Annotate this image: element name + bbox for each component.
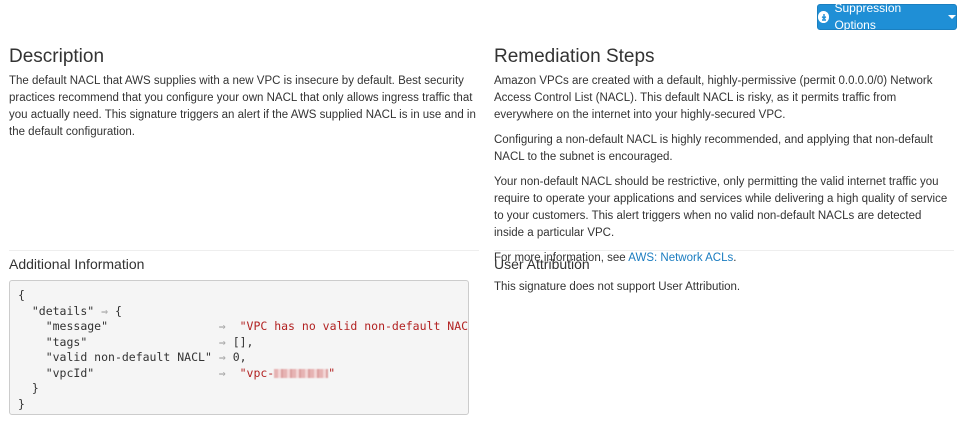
remediation-heading: Remediation Steps xyxy=(494,46,655,67)
remediation-paragraph-2: Configuring a non-default NACL is highly… xyxy=(494,134,933,163)
message-value: "VPC has no valid non-default NACLs" xyxy=(239,319,469,333)
additional-info-heading: Additional Information xyxy=(9,256,145,272)
suppression-options-label: Suppression Options xyxy=(834,1,902,32)
description-text: The default NACL that AWS supplies with … xyxy=(9,75,476,138)
download-circle-icon xyxy=(818,11,830,23)
additional-info-code-block: { "details" ⇒ { "message" ⇒ "VPC has no … xyxy=(9,280,469,415)
divider-right xyxy=(494,250,954,251)
suppression-options-button[interactable]: Suppression Options xyxy=(817,1,957,32)
divider-left xyxy=(9,250,479,251)
redacted-vpcid xyxy=(274,368,329,378)
user-attribution-text: This signature does not support User Att… xyxy=(494,281,741,293)
caret-down-icon xyxy=(948,15,956,19)
user-attribution-section: User Attribution This signature does not… xyxy=(494,256,954,304)
vpcid-value: "vpc- " xyxy=(239,365,336,380)
remediation-paragraph-3: Your non-default NACL should be restrict… xyxy=(494,176,948,239)
user-attribution-heading: User Attribution xyxy=(494,256,590,272)
description-section: Description The default NACL that AWS su… xyxy=(9,46,479,149)
remediation-paragraph-1: Amazon VPCs are created with a default, … xyxy=(494,75,933,121)
remediation-section: Remediation Steps Amazon VPCs are create… xyxy=(494,46,954,275)
description-heading: Description xyxy=(9,46,105,67)
